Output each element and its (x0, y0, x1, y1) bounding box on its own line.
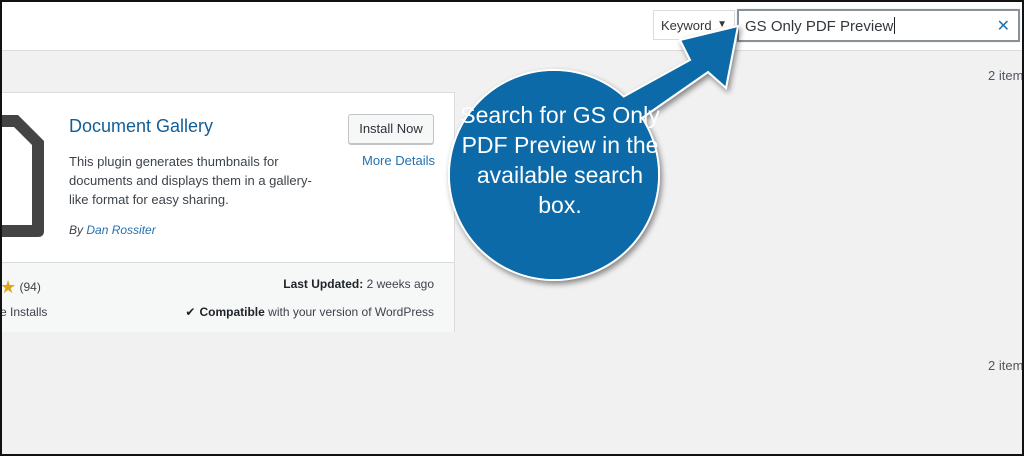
callout-annotation (448, 24, 740, 281)
callout-text: Search for GS Only PDF Preview in the av… (460, 102, 660, 218)
